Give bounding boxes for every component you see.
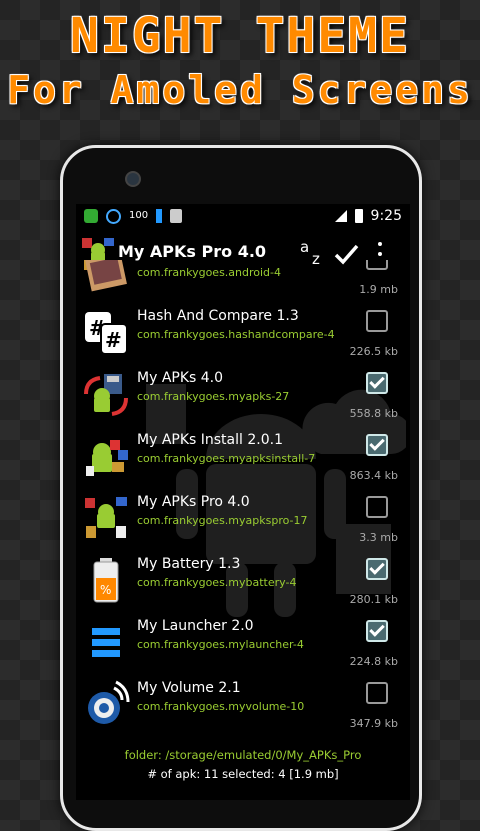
list-item[interactable]: # # Hash And Compare 1.3 com.frankygoes.… (76, 302, 410, 364)
android-photo-icon (85, 260, 127, 292)
clock: 9:25 (370, 208, 402, 224)
select-checkbox[interactable] (366, 434, 388, 456)
select-checkbox[interactable] (366, 620, 388, 642)
list-item[interactable]: My Launcher 2.0 com.frankygoes.mylaunche… (76, 612, 410, 674)
app-size: 3.3 mb (359, 531, 398, 544)
myapks-install-icon (86, 440, 128, 476)
footer-info: folder: /storage/emulated/0/My_APKs_Pro … (76, 748, 410, 800)
app-size: 224.8 kb (349, 655, 398, 668)
notification-sync-icon (106, 208, 121, 224)
app-package: com.frankygoes.android-4 (137, 266, 282, 279)
select-checkbox[interactable] (366, 310, 388, 332)
app-name: My APKs 4.0 (137, 370, 224, 386)
status-bar: 100 9:25 (76, 204, 410, 232)
app-size: 863.4 kb (349, 469, 398, 482)
notification-app-icon (84, 209, 98, 223)
app-size: 347.9 kb (349, 717, 398, 730)
launcher-icon (92, 628, 120, 657)
hash-icon: # # (85, 312, 128, 355)
svg-text:#: # (105, 328, 122, 352)
app-name: My Battery 1.3 (137, 556, 241, 572)
promo-title: NIGHT THEME (70, 8, 410, 64)
phone-screen: 100 9:25 My APKs Pro 4.0 a z com.frankyg… (76, 204, 410, 800)
app-package: com.frankygoes.myapkspro-17 (137, 514, 308, 527)
notification-sd-icon (170, 209, 183, 223)
app-name: My Volume 2.1 (137, 680, 241, 696)
promo-subtitle: For Amoled Screens (7, 68, 473, 112)
app-package: com.frankygoes.hashandcompare-4 (137, 328, 335, 341)
app-name: My APKs Pro 4.0 (137, 494, 250, 510)
apk-list: com.frankygoes.android-4 1.9 mb # # Hash… (76, 260, 410, 748)
app-name: My Launcher 2.0 (137, 618, 254, 634)
myapks-pro-icon (85, 497, 127, 538)
select-checkbox[interactable] (366, 558, 388, 580)
svg-text:%: % (100, 583, 111, 597)
app-size: 558.8 kb (349, 407, 398, 420)
notification-launcher-icon (156, 209, 163, 223)
list-item[interactable]: My Volume 2.1 com.frankygoes.myvolume-10… (76, 674, 410, 736)
app-title: My APKs Pro 4.0 (118, 242, 267, 261)
app-package: com.frankygoes.mybattery-4 (137, 576, 297, 589)
signal-icon (334, 210, 347, 222)
list-item[interactable]: com.frankygoes.android-4 1.9 mb (76, 260, 410, 302)
list-item[interactable]: My APKs 4.0 com.frankygoes.myapks-27 558… (76, 364, 410, 426)
app-package: com.frankygoes.myvolume-10 (137, 700, 305, 713)
app-package: com.frankygoes.mylauncher-4 (137, 638, 304, 651)
app-package: com.frankygoes.myapks-27 (137, 390, 290, 403)
app-size: 1.9 mb (359, 283, 398, 296)
folder-path: folder: /storage/emulated/0/My_APKs_Pro (124, 748, 362, 762)
select-checkbox[interactable] (366, 260, 388, 270)
battery-icon: % (93, 558, 119, 603)
list-item[interactable]: % My Battery 1.3 com.frankygoes.mybatter… (76, 550, 410, 612)
app-name: My APKs Install 2.0.1 (137, 432, 283, 448)
sort-a-label: a (300, 238, 310, 256)
volume-icon (88, 680, 130, 724)
select-checkbox[interactable] (366, 372, 388, 394)
list-item[interactable]: My APKs Pro 4.0 com.frankygoes.myapkspro… (76, 488, 410, 550)
camera-icon (125, 171, 141, 187)
myapks-icon (84, 374, 128, 416)
selection-stats: # of apk: 11 selected: 4 [1.9 mb] (147, 767, 339, 781)
app-name: Hash And Compare 1.3 (137, 308, 299, 324)
battery-status-icon (354, 209, 363, 223)
list-item[interactable]: My APKs Install 2.0.1 com.frankygoes.mya… (76, 426, 410, 488)
app-size: 226.5 kb (349, 345, 398, 358)
app-package: com.frankygoes.myapksinstall-7 (137, 452, 316, 465)
app-size: 280.1 kb (349, 593, 398, 606)
notification-badge: 100 (129, 210, 149, 221)
select-checkbox[interactable] (366, 496, 388, 518)
select-checkbox[interactable] (366, 682, 388, 704)
